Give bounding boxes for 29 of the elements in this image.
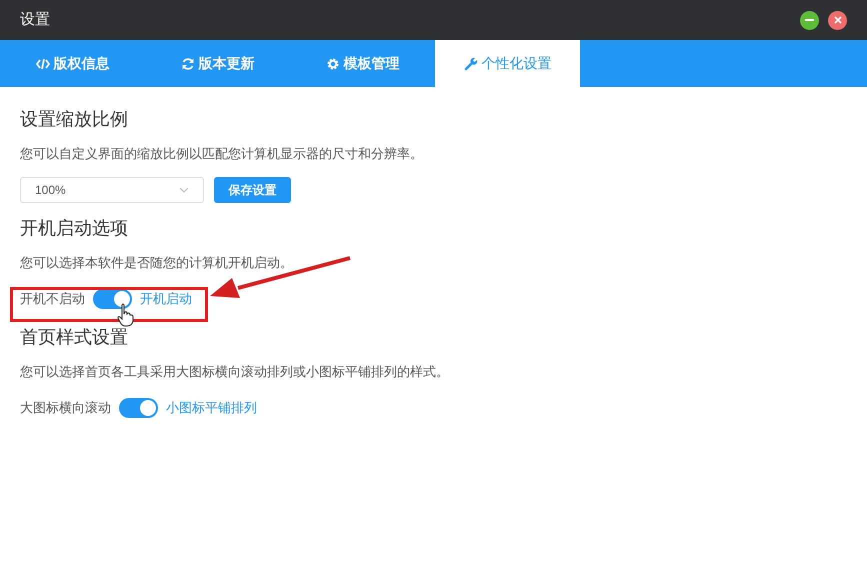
- close-button[interactable]: [828, 10, 847, 30]
- save-button[interactable]: 保存设置: [214, 177, 291, 203]
- minimize-icon: [805, 19, 814, 21]
- window-title: 设置: [20, 10, 50, 30]
- section-description: 您可以选择本软件是否随您的计算机开机启动。: [20, 254, 294, 272]
- scale-select[interactable]: 100%: [20, 177, 204, 203]
- toggle-switch[interactable]: [119, 398, 158, 418]
- close-icon: [834, 16, 842, 24]
- tab[interactable]: 个性化设置: [435, 40, 580, 87]
- tab[interactable]: 版本更新: [145, 40, 290, 87]
- hand-cursor-icon: [117, 303, 134, 327]
- minimize-button[interactable]: [800, 10, 819, 30]
- tab[interactable]: 模板管理: [290, 40, 435, 87]
- toggle-on-label: 小图标平铺排列: [166, 399, 257, 418]
- toggle-on-label: 开机启动: [140, 290, 192, 308]
- tab[interactable]: 版权信息: [0, 40, 145, 87]
- toggle-off-label: 大图标横向滚动: [20, 399, 111, 418]
- wrench-icon: [464, 56, 478, 70]
- toggle-switch[interactable]: [93, 289, 132, 309]
- toggle-off-label: 开机不启动: [20, 290, 85, 308]
- refresh-icon: [180, 56, 194, 70]
- section-description: 您可以自定义界面的缩放比例以匹配您计算机显示器的尺寸和分辨率。: [20, 145, 424, 163]
- section-title: 开机启动选项: [20, 217, 129, 240]
- code-icon: [36, 56, 50, 70]
- section-title: 首页样式设置: [20, 326, 129, 349]
- chevron-down-icon: [179, 187, 189, 193]
- section-title: 设置缩放比例: [20, 108, 129, 131]
- section-description: 您可以选择首页各工具采用大图标横向滚动排列或小图标平铺排列的样式。: [20, 363, 450, 381]
- gear-icon: [326, 56, 340, 70]
